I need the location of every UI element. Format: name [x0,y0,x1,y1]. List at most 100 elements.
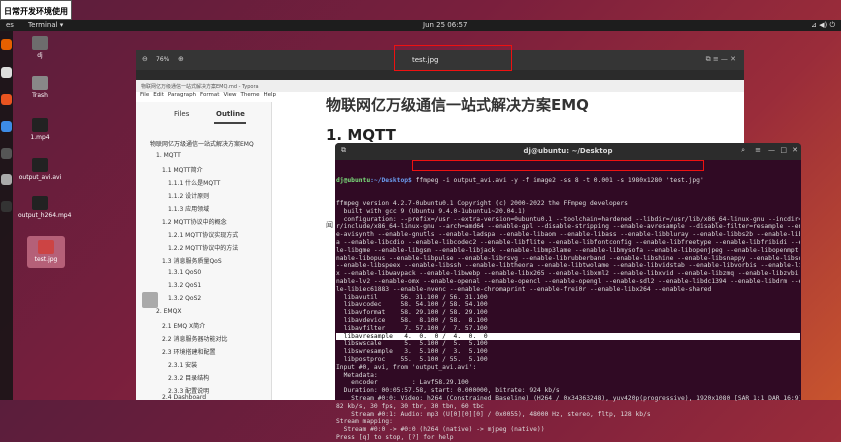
clock[interactable]: Jun 25 06:57 [423,21,467,29]
terminal-line: libavutil 56. 31.100 / 56. 31.100 [336,293,488,301]
terminal-title: dj@ubuntu: ~/Desktop [523,147,613,155]
terminal-line: libpostproc 55. 5.100 / 55. 5.100 [336,355,488,363]
app-menu[interactable]: Terminal ▾ [28,21,63,29]
terminal-line: libswscale 5. 5.100 / 5. 5.100 [336,340,488,348]
terminal-line: libavformat 58. 29.100 / 58. 29.100 [336,309,488,317]
toc-item[interactable]: 1.1.3 应用领域 [168,204,209,213]
activities-button[interactable]: es [6,21,14,29]
toc-item[interactable]: 1.2 MQTT协议中的概念 [162,217,227,226]
dock [0,31,13,400]
zoom-level[interactable]: 76% [156,56,169,63]
window-title-strip: 日常开发环境使用 [0,0,72,20]
terminal-line: nable-libopus --enable-libpulse --enable… [336,254,800,262]
desktop-item[interactable]: Trash [18,76,62,99]
toc-item[interactable]: 2.3.1 安装 [168,360,197,369]
terminal-line: Metadata: [336,371,378,379]
desktop-item-selected[interactable]: test.jpg [27,236,65,268]
sidebar-button[interactable] [142,292,158,308]
tab-underline [214,122,246,124]
toc-item[interactable]: 2.2 消息服务器功能对比 [162,334,227,343]
toc-item[interactable]: 1.3.1 QoS0 [168,269,201,276]
toc-item[interactable]: 1.3.2 QoS2 [168,295,201,302]
maximize-icon[interactable]: □ [780,146,787,154]
terminal-line: 82 kb/s, 30 fps, 30 tbr, 30 tbn, 60 tbc [336,402,484,410]
terminal-line: libavresample 4. 0. 0 / 4. 0. 0 [336,332,800,341]
terminal-icon[interactable] [1,201,12,212]
terminal-line: Stream #0:1: Audio: mp3 (U[0][0][0] / 0x… [336,410,651,418]
video-file-icon [32,158,48,172]
top-bar: es Terminal ▾ Jun 25 06:57 ⊿ ◀) ⏻ [0,20,841,31]
viewer-header: ⊖ 76% ⊕ test.jpg ⧉ ≡ — ✕ [136,45,744,71]
system-tray[interactable]: ⊿ ◀) ⏻ [811,21,835,30]
firefox-icon[interactable] [1,39,12,50]
video-file-icon [32,196,48,210]
terminal-line: Stream #0:0 -> #0:0 (h264 (native) -> mj… [336,426,545,434]
terminal-line: libavdevice 58. 8.100 / 58. 8.100 [336,316,488,324]
toc-item[interactable]: 1. MQTT [156,152,181,159]
doc-heading: 1. MQTT [326,126,396,144]
terminal-line: nable-lv2 --enable-omx --enable-openal -… [336,277,800,285]
prompt-line: dj@ubuntu:~/Desktop$ ffmpeg -i output_av… [336,176,704,184]
tab-outline[interactable]: Outline [216,110,245,118]
desktop-item[interactable]: output_avi.avi [18,158,62,181]
typora-sidebar: Files Outline 物联网亿万级通信一站式解决方案EMQ 1. MQTT… [136,102,272,401]
terminal-line: ffmpeg version 4.2.7-0ubuntu0.1 Copyrigh… [336,199,628,207]
terminal-line: libavcodec 58. 54.100 / 58. 54.100 [336,301,488,309]
terminal-line: le-libgme --enable-libgsm --enable-libja… [336,246,800,254]
toc-item[interactable]: 1.1 MQTT简介 [162,165,203,174]
trash-icon [32,76,48,90]
tab-files[interactable]: Files [174,110,189,118]
terminal-line: a --enable-libcdio --enable-libcodec2 --… [336,238,800,246]
zoom-in-icon[interactable]: ⊕ [178,55,184,63]
viewer-window-buttons[interactable]: ⧉ ≡ — ✕ [706,55,736,64]
desktop-item[interactable]: 1.mp4 [18,118,62,141]
terminal-line: libswresample 3. 5.100 / 3. 5.100 [336,348,488,356]
window-title: 日常开发环境使用 [4,7,68,16]
image-file-icon [38,240,54,254]
terminal-line: --enable-libspeex --enable-libssh --enab… [336,262,800,270]
toc-item[interactable]: 1.3 消息服务质量QoS [162,256,222,265]
terminal-line: le-libiec61883 --enable-nvenc --enable-c… [336,285,712,293]
terminal-window: ⧉ dj@ubuntu: ~/Desktop ⌕ ≡ — □ ✕ dj@ubun… [335,143,801,441]
terminal-line: x --enable-libwavpack --enable-libwebp -… [336,270,800,278]
doc-text: 闻 [326,221,333,229]
software-icon[interactable] [1,94,12,105]
search-icon[interactable]: ⌕ [741,146,745,155]
toc-item[interactable]: 2.3 环境搭建和配置 [162,347,215,356]
toc-item[interactable]: 2. EMQX [156,308,181,315]
desktop-item[interactable]: output_h264.mp4 [18,196,71,219]
toc-item[interactable]: 1.1.2 设计原则 [168,191,209,200]
doc-title: 物联网亿万级通信一站式解决方案EMQ [326,96,589,114]
files-icon[interactable] [1,67,12,78]
terminal-line: Input #0, avi, from 'output_avi.avi': [336,363,477,371]
app-icon[interactable] [1,148,12,159]
terminal-line: r/include/x86_64-linux-gnu --arch=amd64 … [336,223,800,231]
terminal-header: ⧉ dj@ubuntu: ~/Desktop ⌕ ≡ — □ ✕ [335,143,801,160]
highlight-box [394,45,512,71]
help-icon[interactable] [1,121,12,132]
terminal-line: encoder : Lavf58.29.100 [336,379,469,387]
toc-item[interactable]: 1.1.1 什么是MQTT [168,178,220,187]
video-file-icon [32,118,48,132]
typora-titlebar: 物联网亿万级通信一站式解决方案EMQ.md - Typora [136,80,744,92]
terminal-line: Stream mapping: [336,418,393,426]
terminal-line: configuration: --prefix=/usr --extra-ver… [336,215,800,223]
search-icon[interactable] [1,174,12,185]
terminal-line: Stream #0:0: Video: h264 (Constrained Ba… [336,394,800,402]
toc-item[interactable]: 2.3.2 目录结构 [168,373,209,382]
terminal-line: libavfilter 7. 57.100 / 7. 57.100 [336,324,488,332]
zoom-out-icon[interactable]: ⊖ [142,55,148,63]
toc-item[interactable]: 2.1 EMQ X简介 [162,321,205,330]
desktop-item[interactable]: dj [18,36,62,59]
terminal-line: Press [q] to stop, [?] for help [336,433,454,441]
toc-item[interactable]: 物联网亿万级通信一站式解决方案EMQ [150,139,254,148]
terminal-line: Duration: 00:05:57.58, start: 0.000000, … [336,387,560,395]
toc-item[interactable]: 1.2.2 MQTT协议中的方法 [168,243,238,252]
home-folder-icon [32,36,48,50]
toc-item[interactable]: 1.3.2 QoS1 [168,282,201,289]
terminal-line: e-avisynth --enable-gnutls --enable-lads… [336,231,800,239]
menu-icon[interactable]: ≡ [755,146,761,154]
minimize-icon[interactable]: — [768,146,775,154]
toc-item[interactable]: 1.2.1 MQTT协议实现方式 [168,230,238,239]
close-icon[interactable]: ✕ [792,146,798,154]
